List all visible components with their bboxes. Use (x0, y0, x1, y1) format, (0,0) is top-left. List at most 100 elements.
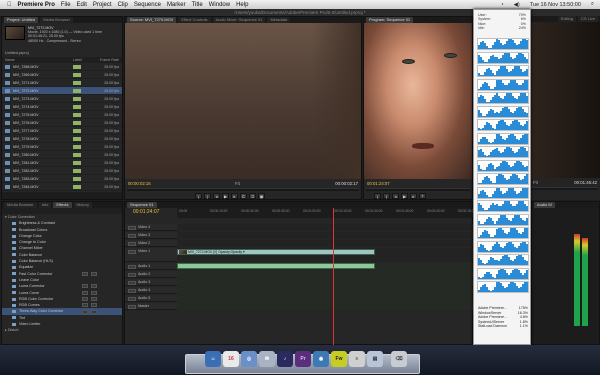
project-row[interactable]: MVI_7269.MOV 25.00 fps (2, 71, 122, 79)
track-toggle[interactable] (128, 304, 136, 309)
track-toggle[interactable] (128, 241, 136, 246)
tab-history[interactable]: History (73, 202, 92, 208)
clock[interactable]: Tue 16 Nov 13:50:00 (527, 2, 584, 8)
track-toggle[interactable] (128, 288, 136, 293)
project-row[interactable]: MVI_7277.MOV 25.00 fps (2, 127, 122, 135)
track-toggle[interactable] (128, 249, 136, 254)
col-label[interactable]: Label (73, 57, 89, 63)
menu-file[interactable]: File (58, 2, 74, 8)
video-clip[interactable]: MVI_7272.MOV [V] Opacity:Opacity ▾ (177, 249, 375, 255)
program-timecode[interactable]: 00:01:24:07 (367, 181, 390, 186)
project-row[interactable]: MVI_7275.MOV 25.00 fps (2, 111, 122, 119)
project-row[interactable]: MVI_7279.MOV 25.00 fps (2, 143, 122, 151)
project-row[interactable]: MVI_7280.MOV 25.00 fps (2, 151, 122, 159)
tab-media-browser[interactable]: Media Browser (4, 202, 37, 208)
mail-icon[interactable]: ✉ (259, 351, 275, 367)
wifi-icon[interactable]: ◔ (497, 2, 506, 8)
track-toggle[interactable] (128, 296, 136, 301)
program-video-frame[interactable] (364, 23, 472, 179)
project-row[interactable]: MVI_7274.MOV 25.00 fps (2, 103, 122, 111)
timeline-playhead[interactable] (333, 208, 334, 346)
step-forward-button[interactable]: ▸ (410, 192, 417, 199)
track-area[interactable] (177, 303, 474, 310)
program-video-frame-right[interactable] (531, 22, 600, 178)
col-frame-rate[interactable]: Frame Rate (89, 57, 119, 63)
tab-project[interactable]: Project: Untitled (4, 17, 39, 23)
menu-edit[interactable]: Edit (74, 2, 90, 8)
effects-folder-distort[interactable]: ▸ Distort (2, 327, 122, 333)
fireworks-icon[interactable]: Fw (331, 351, 347, 367)
project-row[interactable]: MVI_7282.MOV 25.00 fps (2, 167, 122, 175)
play-button[interactable]: ▶ (401, 192, 408, 199)
audio-clip[interactable] (177, 263, 375, 269)
project-row[interactable]: MVI_7284.MOV 25.00 fps (2, 183, 122, 191)
mark-out-button[interactable]: } (204, 192, 211, 199)
source-timecode[interactable]: 00:00:02:15 (128, 181, 151, 186)
step-forward-button[interactable]: ▸ (231, 192, 238, 199)
track-toggle[interactable] (128, 272, 136, 277)
project-row[interactable]: MVI_7276.MOV 25.00 fps (2, 119, 122, 127)
play-button[interactable]: ▶ (222, 192, 229, 199)
project-row[interactable]: MVI_7271.MOV 25.00 fps (2, 79, 122, 87)
col-name[interactable]: Name (5, 57, 73, 63)
track-area[interactable] (177, 279, 474, 286)
tab-sequence[interactable]: Sequence 01 (127, 202, 157, 208)
track-area[interactable] (177, 295, 474, 302)
menu-project[interactable]: Project (90, 2, 115, 8)
documents-stack-icon[interactable]: ▤ (367, 351, 383, 367)
program-time-ruler-right[interactable] (531, 187, 598, 190)
overwrite-button[interactable]: ⊐ (249, 192, 256, 199)
source-video-frame[interactable] (125, 23, 361, 179)
project-row[interactable]: MVI_7281.MOV 25.00 fps (2, 159, 122, 167)
track-toggle[interactable] (128, 233, 136, 238)
track-area[interactable] (177, 287, 474, 294)
track-area[interactable] (177, 224, 474, 231)
firefox-icon[interactable]: ◉ (313, 351, 329, 367)
track-area[interactable] (177, 240, 474, 247)
safari-icon[interactable]: ◎ (241, 351, 257, 367)
track-toggle[interactable] (128, 264, 136, 269)
menu-title[interactable]: Title (189, 2, 206, 8)
program-zoom[interactable]: Fit (533, 180, 538, 185)
tab-audio-meters[interactable]: Audio M (534, 202, 555, 208)
mark-in-button[interactable]: { (195, 192, 202, 199)
tab-media-browser[interactable]: Media Browser (40, 17, 73, 23)
volume-icon[interactable]: ◀) (511, 2, 523, 8)
trash-icon[interactable]: ⌫ (391, 351, 407, 367)
menu-window[interactable]: Window (206, 2, 233, 8)
mark-in-button[interactable]: { (374, 192, 381, 199)
spotlight-icon[interactable]: ⌕ (588, 1, 597, 8)
track-area[interactable] (177, 271, 474, 278)
calendar-icon[interactable]: 16 (223, 351, 239, 367)
menu-marker[interactable]: Marker (164, 2, 189, 8)
menu-clip[interactable]: Clip (115, 2, 131, 8)
project-row[interactable]: MVI_7278.MOV 25.00 fps (2, 135, 122, 143)
lift-button[interactable]: ⇡ (419, 192, 426, 199)
track-toggle[interactable] (128, 280, 136, 285)
project-row[interactable]: MVI_7273.MOV 25.00 fps (2, 95, 122, 103)
premiere-icon[interactable]: Pr (295, 351, 311, 367)
project-row[interactable]: MVI_7268.MOV 25.00 fps (2, 63, 122, 71)
textedit-icon[interactable]: ≡ (349, 351, 365, 367)
step-back-button[interactable]: ◂ (213, 192, 220, 199)
tab-effects[interactable]: Effects (53, 202, 72, 208)
insert-button[interactable]: ⊏ (240, 192, 247, 199)
mark-out-button[interactable]: } (383, 192, 390, 199)
timeline-ruler[interactable]: 00:00 00:00:15:00 00:00:30:00 00:00:45:00 00… (177, 208, 475, 218)
source-zoom[interactable]: Fit (235, 181, 240, 186)
export-frame-button[interactable]: ▣ (258, 192, 265, 199)
menu-sequence[interactable]: Sequence (131, 2, 164, 8)
tab-info[interactable]: Info (38, 202, 52, 208)
32bit-badge (91, 309, 97, 314)
apple-icon[interactable]:  (4, 2, 15, 8)
finder-icon[interactable]: ☺ (205, 351, 221, 367)
menu-help[interactable]: Help (233, 2, 251, 8)
project-row[interactable]: MVI_7283.MOV 25.00 fps (2, 175, 122, 183)
menu-app[interactable]: Premiere Pro (15, 2, 58, 8)
track-area[interactable] (177, 232, 474, 239)
track-toggle[interactable] (128, 225, 136, 230)
timeline-timecode[interactable]: 00:01:24:07 (133, 209, 159, 215)
step-back-button[interactable]: ◂ (392, 192, 399, 199)
project-row[interactable]: MVI_7272.MOV 25.00 fps (2, 87, 122, 95)
itunes-icon[interactable]: ♪ (277, 351, 293, 367)
